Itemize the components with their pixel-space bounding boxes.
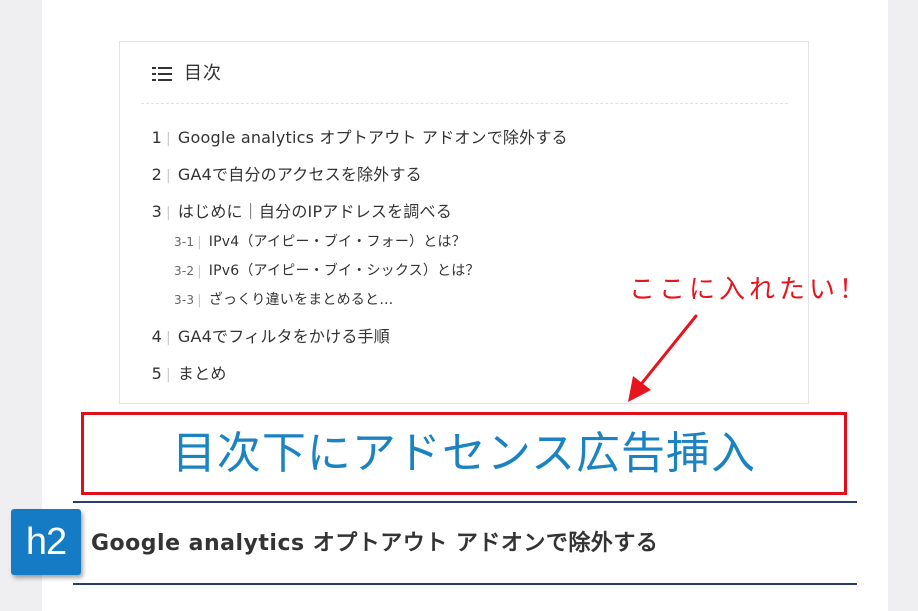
toc-item-number: 1 <box>151 128 162 147</box>
annotation-text: ここに入れたい！ <box>629 275 870 305</box>
toc-subitem-3-1[interactable]: 3-1 | IPv4（アイピー・ブイ・フォー）とは？ <box>174 228 778 257</box>
h2-badge: h2 <box>11 509 81 575</box>
toc-separator: | <box>166 205 171 221</box>
toc-item-label: はじめに｜自分のIPアドレスを調べる <box>177 202 452 221</box>
toc-item-2[interactable]: 2 | GA4で自分のアクセスを除外する <box>148 161 778 190</box>
toc-item-number: 3-3 <box>174 293 195 307</box>
toc-item-label: GA4でフィルタをかける手順 <box>177 327 390 346</box>
toc-item-number: 3-1 <box>174 235 195 249</box>
section-heading: Google analytics オプトアウト アドオンで除外する <box>91 531 659 556</box>
ad-placeholder-text: 目次下にアドセンス広告挿入 <box>171 427 757 479</box>
toc-item-number: 2 <box>151 165 162 184</box>
heading-bottom-rule <box>73 583 857 585</box>
toc-item-3[interactable]: 3 | はじめに｜自分のIPアドレスを調べる <box>148 198 778 227</box>
toc-separator: | <box>166 367 171 383</box>
toc-item-number: 3-2 <box>174 264 195 278</box>
toc-item-label: ざっくり違いをまとめると… <box>208 292 394 308</box>
toc-separator: | <box>166 168 171 184</box>
toc-separator: | <box>197 264 202 279</box>
heading-top-rule <box>73 501 857 503</box>
toc-item-number: 5 <box>151 364 162 383</box>
toc-separator: | <box>197 293 202 308</box>
toc-item-number: 3 <box>151 202 162 221</box>
toc-item-1[interactable]: 1 | Google analytics オプトアウト アドオンで除外する <box>148 124 778 153</box>
toc-item-label: GA4で自分のアクセスを除外する <box>177 165 422 184</box>
toc-title: 目次 <box>184 63 222 84</box>
toc-item-label: IPv6（アイピー・ブイ・シックス）とは？ <box>208 263 480 279</box>
toc-item-number: 4 <box>151 327 162 346</box>
annotation-arrow-icon <box>628 314 698 402</box>
toc-header: 目次 <box>152 62 222 86</box>
toc-item-label: IPv4（アイピー・ブイ・フォー）とは？ <box>208 234 466 250</box>
toc-item-label: まとめ <box>177 364 227 383</box>
toc-separator: | <box>166 330 171 346</box>
toc-separator: | <box>197 235 202 250</box>
toc-separator: | <box>166 131 171 147</box>
toc-item-label: Google analytics オプトアウト アドオンで除外する <box>177 128 568 147</box>
toc-divider <box>141 103 788 104</box>
ad-placeholder: 目次下にアドセンス広告挿入 <box>81 412 847 495</box>
list-icon <box>152 66 174 82</box>
